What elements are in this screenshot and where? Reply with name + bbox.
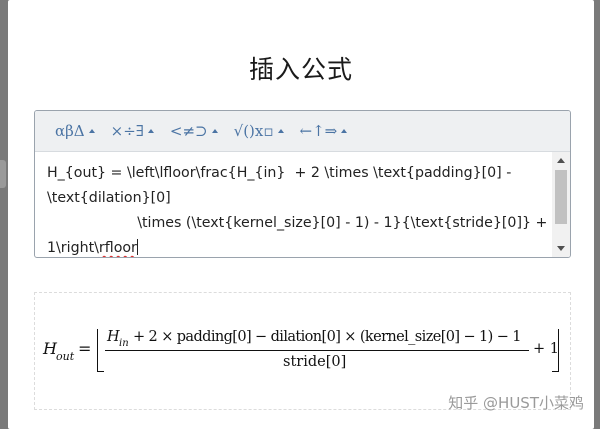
watermark: 知乎 @HUST小菜鸡	[448, 394, 584, 412]
backdrop-edge	[0, 160, 6, 188]
toolbar-greek-label: αβΔ	[55, 122, 85, 140]
numerator-symbol: H	[107, 329, 120, 345]
caret-up-icon	[147, 129, 154, 133]
latex-line-2: \text{dilation}[0]	[47, 190, 171, 206]
numerator-subscript: in	[119, 338, 129, 349]
latex-line-3: \times (\text{kernel_size}[0] - 1) - 1}{…	[47, 215, 548, 231]
caret-up-icon	[211, 129, 218, 133]
caret-up-icon	[88, 129, 95, 133]
insert-formula-dialog: 插入公式 αβΔ ×÷∃ <≠⊃ √()x▫ ←↑⇒ H_{out} = \le…	[8, 0, 594, 429]
toolbar-functions-button[interactable]: √()x▫	[234, 122, 284, 140]
numerator-expression: + 2 × padding[0] − dilation[0] × (kernel…	[133, 329, 522, 345]
toolbar-operators-label: ×÷∃	[110, 122, 144, 140]
toolbar-operators-button[interactable]: ×÷∃	[111, 122, 154, 140]
equals-sign: =	[78, 339, 92, 358]
toolbar-relations-button[interactable]: <≠⊃	[170, 122, 218, 140]
right-floor-bracket	[552, 329, 559, 372]
lhs-symbol: H	[43, 339, 57, 358]
latex-line-4: 1\right\rfloor	[47, 236, 540, 257]
lhs-subscript: out	[56, 350, 75, 363]
formula-toolbar: αβΔ ×÷∃ <≠⊃ √()x▫ ←↑⇒	[35, 111, 570, 152]
latex-line-4-start: 1\right\	[47, 240, 99, 256]
dialog-title: 插入公式	[248, 55, 353, 84]
toolbar-relations-label: <≠⊃	[169, 122, 208, 140]
fraction-bar	[105, 350, 529, 352]
denominator: stride[0]	[283, 354, 347, 370]
scroll-down-icon[interactable]	[557, 246, 565, 251]
toolbar-greek-button[interactable]: αβΔ	[55, 122, 95, 140]
caret-up-icon	[341, 129, 348, 133]
scroll-up-icon[interactable]	[557, 158, 565, 163]
left-floor-bracket	[97, 329, 104, 372]
latex-line-1: H_{out} = \left\lfloor\frac{H_{in} + 2 \…	[47, 165, 512, 181]
scrollbar-thumb[interactable]	[555, 170, 567, 224]
formula-editor: αβΔ ×÷∃ <≠⊃ √()x▫ ←↑⇒ H_{out} = \left\lf…	[34, 110, 571, 258]
editor-scrollbar[interactable]	[552, 152, 570, 257]
latex-input[interactable]: H_{out} = \left\lfloor\frac{H_{in} + 2 \…	[35, 152, 552, 257]
caret-up-icon	[277, 129, 284, 133]
text-caret	[136, 239, 138, 255]
toolbar-arrows-label: ←↑⇒	[299, 122, 338, 140]
toolbar-arrows-button[interactable]: ←↑⇒	[300, 122, 348, 140]
spellcheck-word: rfloor	[98, 240, 137, 256]
toolbar-functions-label: √()x▫	[233, 122, 274, 140]
